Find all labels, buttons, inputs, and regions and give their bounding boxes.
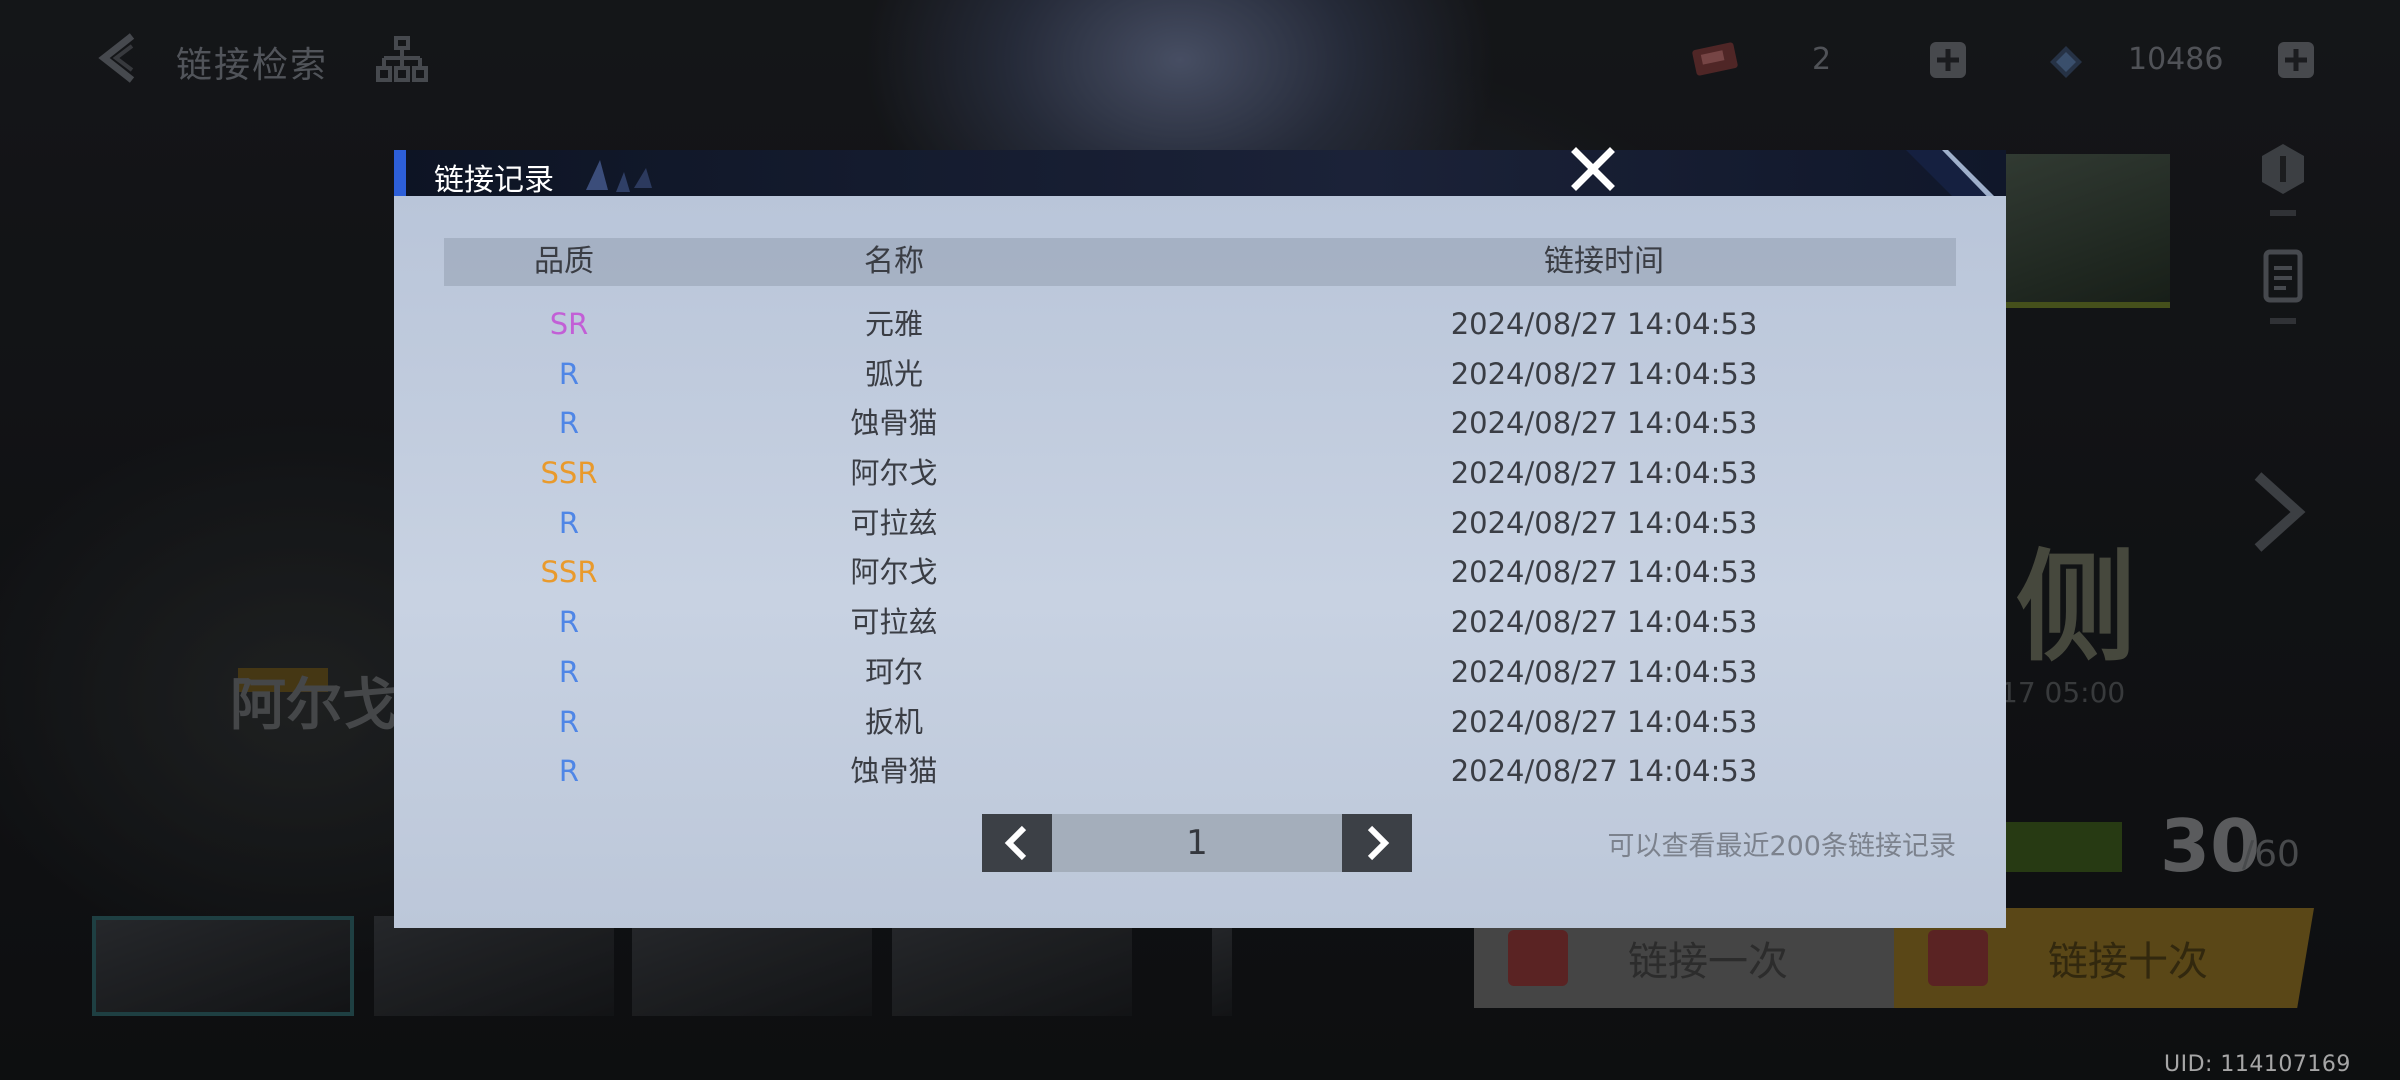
name-cell: 阿尔戈 <box>850 456 938 491</box>
time-cell: 2024/08/27 14:04:53 <box>1450 406 1758 441</box>
table-header: 品质 名称 链接时间 <box>444 238 1956 286</box>
time-cell: 2024/08/27 14:04:53 <box>1450 704 1758 739</box>
column-quality: 品质 <box>534 244 594 279</box>
time-cell: 2024/08/27 14:04:53 <box>1450 654 1758 689</box>
time-cell: 2024/08/27 14:04:53 <box>1450 456 1758 491</box>
name-cell: 阿尔戈 <box>850 555 938 590</box>
chevron-left-icon <box>1004 825 1027 861</box>
time-cell: 2024/08/27 14:04:53 <box>1450 555 1758 590</box>
quality-cell: R <box>558 605 580 640</box>
dialog-body: 品质 名称 链接时间 SR 元雅 2024/08/27 14:04:53 R 弧光 202… <box>394 196 2006 928</box>
time-cell: 2024/08/27 14:04:53 <box>1450 754 1758 789</box>
time-cell: 2024/08/27 14:04:53 <box>1450 356 1758 391</box>
quality-cell: SSR <box>540 456 598 491</box>
table-row: R 珂尔 2024/08/27 14:04:53 <box>444 648 1956 698</box>
table-row: SSR 阿尔戈 2024/08/27 14:04:53 <box>444 449 1956 499</box>
table-row: R 可拉兹 2024/08/27 14:04:53 <box>444 598 1956 648</box>
close-icon[interactable] <box>1568 144 1618 194</box>
name-cell: 可拉兹 <box>850 605 938 640</box>
page-number: 1 <box>1052 814 1342 872</box>
time-cell: 2024/08/27 14:04:53 <box>1450 605 1758 640</box>
name-cell: 珂尔 <box>864 654 923 689</box>
header-decoration-icon <box>586 160 652 192</box>
table-row: SR 元雅 2024/08/27 14:04:53 <box>444 300 1956 350</box>
quality-cell: SSR <box>540 555 598 590</box>
quality-cell: R <box>558 754 580 789</box>
history-limit-hint: 可以查看最近200条链接记录 <box>1607 831 1956 862</box>
table-row: R 弧光 2024/08/27 14:04:53 <box>444 350 1956 400</box>
quality-cell: R <box>558 505 580 540</box>
header-accent <box>394 150 406 196</box>
column-time: 链接时间 <box>1544 244 1664 279</box>
quality-cell: SR <box>549 307 589 341</box>
next-page-button[interactable] <box>1342 814 1412 872</box>
time-cell: 2024/08/27 14:04:53 <box>1450 505 1758 540</box>
name-cell: 元雅 <box>864 307 923 341</box>
name-cell: 扳机 <box>864 704 923 739</box>
dialog-title: 链接记录 <box>434 163 554 198</box>
prev-page-button[interactable] <box>982 814 1052 872</box>
name-cell: 蚀骨猫 <box>850 754 938 789</box>
name-cell: 可拉兹 <box>850 505 938 540</box>
column-name: 名称 <box>864 244 924 279</box>
quality-cell: R <box>558 704 580 739</box>
quality-cell: R <box>558 654 580 689</box>
pull-history-dialog: 链接记录 品质 名称 链接时间 SR 元雅 2024/08/27 14:04:53 R… <box>394 150 2006 928</box>
name-cell: 蚀骨猫 <box>850 406 938 441</box>
name-cell: 弧光 <box>864 356 923 391</box>
table-row: SSR 阿尔戈 2024/08/27 14:04:53 <box>444 548 1956 598</box>
table-row: R 可拉兹 2024/08/27 14:04:53 <box>444 499 1956 549</box>
time-cell: 2024/08/27 14:04:53 <box>1450 307 1758 341</box>
table-row: R 蚀骨猫 2024/08/27 14:04:53 <box>444 399 1956 449</box>
chevron-right-icon <box>1367 825 1390 861</box>
history-list: SR 元雅 2024/08/27 14:04:53 R 弧光 2024/08/27 14:… <box>444 300 1956 797</box>
dialog-header: 链接记录 <box>394 150 2006 250</box>
table-row: R 蚀骨猫 2024/08/27 14:04:53 <box>444 747 1956 797</box>
table-row: R 扳机 2024/08/27 14:04:53 <box>444 698 1956 748</box>
quality-cell: R <box>558 406 580 441</box>
quality-cell: R <box>558 356 580 391</box>
